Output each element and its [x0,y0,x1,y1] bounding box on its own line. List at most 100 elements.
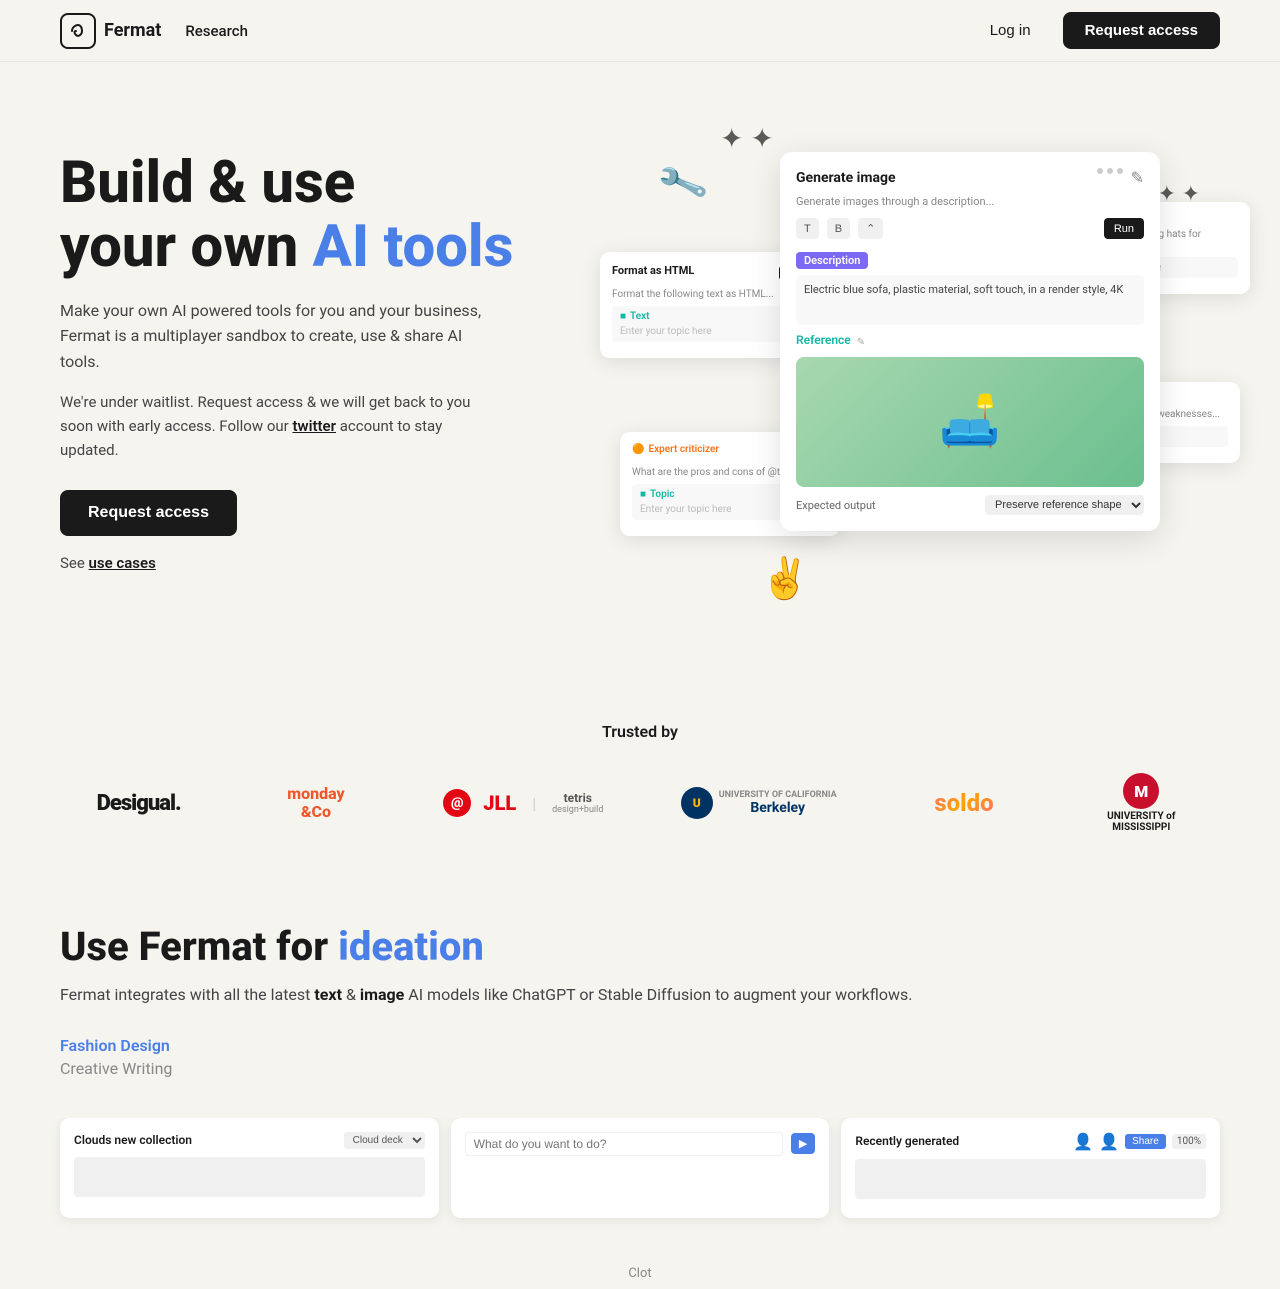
login-button[interactable]: Log in [974,14,1047,47]
generate-image-title: Generate image [796,170,896,186]
use-cases-link[interactable]: use cases [89,554,156,572]
bottom-card-1-controls: Cloud deck [344,1132,425,1149]
sofa-preview: 🛋️ [796,357,1144,487]
hero-description2: We're under waitlist. Request access & w… [60,390,500,462]
toolbar-btn-arrow[interactable]: ⌃ [858,218,883,239]
nav-left: Fermat Research [60,13,248,49]
logo-monday: monday&Co [266,785,366,820]
hero-title-highlight: AI tools [313,213,514,281]
tetris-text: tetris [552,791,603,805]
bottom-card-1-header: Clouds new collection Cloud deck [74,1132,425,1149]
berkeley-icon: U [681,787,713,819]
avatar-icon-2[interactable]: 👤 [1099,1132,1119,1151]
logo-icon [60,13,96,49]
format-text-label: ■ Text [620,311,800,322]
bottom-card-3: Recently generated 👤 👤 Share 100% [841,1118,1220,1218]
berkeley-label: UNIVERSITY OF CALIFORNIA [719,790,837,800]
preserve-shape-select[interactable]: Preserve reference shape [985,495,1144,515]
bottom-card-1-body [74,1157,425,1197]
mockup-dots: ✎ [1097,168,1144,187]
bottom-card-2-input[interactable] [465,1132,783,1156]
format-card-header: Format as HTML Run [612,264,808,281]
mockup-generate-image-card: Generate image ✎ Generate images through… [780,152,1160,531]
hero-title-line1: Build & use [60,149,355,217]
hero-left: Build & use your own AI tools Make your … [60,122,580,572]
hero-description: Make your own AI powered tools for you a… [60,298,500,375]
share-button[interactable]: Share [1125,1134,1166,1149]
description-textarea[interactable]: Electric blue sofa, plastic material, so… [796,275,1144,325]
creative-writing-link[interactable]: Creative Writing [60,1059,1220,1078]
logo-desigual: Desigual. [89,791,189,816]
logo-berkeley: U UNIVERSITY OF CALIFORNIA Berkeley [681,787,837,819]
berkeley-text-wrap: UNIVERSITY OF CALIFORNIA Berkeley [719,790,837,816]
format-card-subtitle: Format the following text as HTML... [612,289,808,300]
fashion-design-link[interactable]: Fashion Design [60,1036,1220,1055]
expected-output-label: Expected output [796,499,876,512]
hero-right-mockup: ✦ ✦ ✦ ✦ 🔧 ✌️ Format as HTML Run Format t… [600,122,1220,622]
hero-section: Build & use your own AI tools Make your … [0,62,1280,682]
format-card-title: Format as HTML [612,264,694,277]
bottom-card-2-header: ▶ [465,1132,816,1156]
dot-1 [1097,168,1103,174]
bottom-card-3-title: Recently generated [855,1134,959,1148]
format-text-field: ■ Text Enter your topic here [612,306,808,342]
monday-text: monday&Co [287,785,344,820]
bottom-card-2: ▶ [451,1118,830,1218]
expert-card-title: 🟠 Expert criticizer [632,444,719,455]
request-access-hero-button[interactable]: Request access [60,490,237,536]
tetris-sub: design+build [552,805,603,815]
use-fermat-section: Use Fermat for ideation Fermat integrate… [0,863,1280,1118]
reference-edit-icon[interactable]: ✎ [857,337,865,348]
nav-research-link[interactable]: Research [185,22,248,40]
sofa-emoji: 🛋️ [939,393,1001,451]
toolbar-run-button[interactable]: Run [1104,218,1144,239]
bottom-card-3-body [855,1159,1206,1199]
berkeley-name: Berkeley [719,800,837,816]
mississippi-text: UNIVERSITY ofMISSISSIPPI [1107,811,1175,833]
toolbar-btn-b[interactable]: B [827,218,850,239]
description-label: Description [796,252,868,269]
generate-image-toolbar: T B ⌃ Run [796,218,1144,239]
navbar: Fermat Research Log in Request access [0,0,1280,62]
use-section-desc: Fermat integrates with all the latest te… [60,982,1220,1008]
edit-icon[interactable]: ✎ [1131,168,1144,187]
logo-link[interactable]: Fermat [60,13,161,49]
avatar-icon-1[interactable]: 👤 [1073,1132,1093,1151]
generate-image-header: Generate image ✎ [796,168,1144,187]
mississippi-logo: M UNIVERSITY ofMISSISSIPPI [1107,773,1175,833]
logos-row: Desigual. monday&Co @ JLL | tetris desig… [60,773,1220,833]
trusted-section: Trusted by Desigual. monday&Co @ JLL | t… [0,682,1280,863]
zoom-level: 100% [1172,1134,1206,1149]
use-links: Fashion Design Creative Writing [60,1036,1220,1078]
use-title-plain: Use Fermat for [60,923,338,970]
tetris-logo: tetris design+build [552,791,603,815]
trusted-label: Trusted by [60,722,1220,741]
use-section-title: Use Fermat for ideation [60,923,1220,970]
use-title-highlight: ideation [338,923,484,970]
bottom-text: Clot [0,1258,1280,1289]
bottom-card-1-select[interactable]: Cloud deck [344,1132,425,1149]
nav-right: Log in Request access [974,12,1220,49]
deco-hand-icon: ✌️ [760,555,810,602]
bottom-card-2-send[interactable]: ▶ [791,1133,815,1154]
desigual-text: Desigual. [97,791,181,816]
request-access-nav-button[interactable]: Request access [1063,12,1220,49]
deco-wrench-icon: 🔧 [654,156,710,211]
bottom-card-3-preview [855,1159,1206,1199]
toolbar-btn-t[interactable]: T [796,218,819,239]
generate-image-footer: Expected output Preserve reference shape [796,495,1144,515]
jll-divider: | [532,794,536,813]
logo-soldo: soldo [914,789,1014,817]
hero-use-cases: See use cases [60,554,580,572]
deco-stars-left: ✦ ✦ [720,122,774,155]
logo-jll: @ JLL | tetris design+build [443,789,603,817]
hero-title-line2-plain: your own [60,213,313,281]
format-text-placeholder: Enter your topic here [620,326,800,337]
twitter-link[interactable]: twitter [292,417,336,435]
brand-name: Fermat [104,20,161,41]
dot-2 [1107,168,1113,174]
bottom-card-3-controls: 👤 👤 Share 100% [1073,1132,1206,1151]
hero-title: Build & use your own AI tools [60,152,580,280]
dot-3 [1117,168,1123,174]
jll-circle-icon: @ [443,789,471,817]
